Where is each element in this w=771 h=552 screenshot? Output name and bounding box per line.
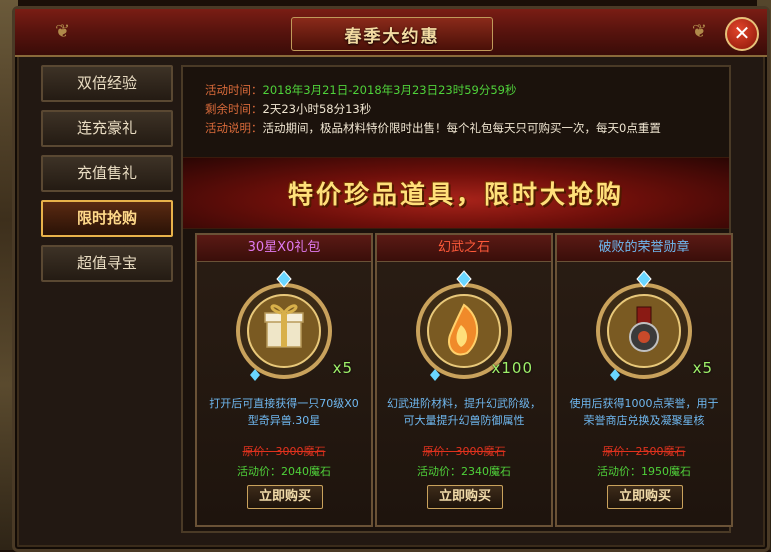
gift-box-icon [236, 270, 332, 381]
original-price: 原价：3000魔石 [242, 445, 326, 458]
promo-price: 活动价：1950魔石 [597, 465, 691, 478]
title-plate: 春季大约惠 [291, 17, 493, 51]
event-desc-row: 活动说明：活动期间，极品材料特价限时出售！每个礼包每天只可购买一次，每天0点重置 [205, 119, 725, 138]
remaining-time-value: 2天23小时58分13秒 [262, 102, 372, 116]
event-info: 活动时间：2018年3月21日-2018年3月23日23时59分59秒 剩余时间… [205, 81, 725, 138]
item-name: 幻武之石 [377, 235, 551, 262]
left-ornament-icon: ❦ [55, 21, 71, 42]
sidebar-item-flash-sale[interactable]: 限时抢购 [41, 200, 173, 237]
item-card: 30星X0礼包 x5 打开后可直接获得一只70级X0型奇异兽.30星 原价：30… [195, 233, 373, 527]
sidebar-item-double-exp[interactable]: 双倍经验 [41, 65, 173, 102]
original-price: 原价：2500魔石 [602, 445, 686, 458]
buy-now-button[interactable]: 立即购买 [427, 485, 503, 509]
item-card: 幻武之石 x100 幻武进阶材料，提升幻武阶级，可大量提升幻兽防御属性 原价：3… [375, 233, 553, 527]
right-ornament-icon: ❦ [691, 21, 707, 42]
event-time-label: 活动时间： [205, 83, 263, 97]
item-description: 幻武进阶材料，提升幻武阶级，可大量提升幻兽防御属性 [387, 397, 541, 427]
sale-banner: 特价珍品道具，限时大抢购 [183, 157, 729, 229]
item-quantity: x100 [491, 359, 533, 377]
medal-icon [596, 270, 692, 381]
event-desc-label: 活动说明： [205, 121, 263, 135]
item-description: 使用后获得1000点荣誉，用于荣誉商店兑换及凝聚星核 [569, 397, 719, 427]
buy-now-button[interactable]: 立即购买 [607, 485, 683, 509]
item-card: 破败的荣誉勋章 x5 使用后获得1000点荣誉，用于荣誉商店兑换及凝聚星核 原价… [555, 233, 733, 527]
sidebar: 双倍经验 连充豪礼 充值售礼 限时抢购 超值寻宝 [41, 65, 173, 290]
event-desc-value: 活动期间，极品材料特价限时出售！每个礼包每天只可购买一次，每天0点重置 [262, 121, 661, 135]
remaining-time-row: 剩余时间：2天23小时58分13秒 [205, 100, 725, 119]
sidebar-item-recharge-gifts[interactable]: 连充豪礼 [41, 110, 173, 147]
event-dialog: ❦ ❦ 春季大约惠 ✕ 双倍经验 连充豪礼 充值售礼 限时抢购 超值寻宝 活动时… [12, 6, 770, 552]
item-quantity: x5 [692, 359, 713, 377]
item-description: 打开后可直接获得一只70级X0型奇异兽.30星 [209, 397, 359, 427]
buy-now-button[interactable]: 立即购买 [247, 485, 323, 509]
window-title: 春季大约惠 [344, 26, 440, 47]
remaining-time-label: 剩余时间： [205, 102, 263, 116]
event-time-value: 2018年3月21日-2018年3月23日23时59分59秒 [262, 83, 517, 97]
item-quantity: x5 [332, 359, 353, 377]
original-price: 原价：3000魔石 [422, 445, 506, 458]
banner-text: 特价珍品道具，限时大抢购 [287, 180, 624, 209]
title-bar: ❦ ❦ 春季大约惠 ✕ [15, 9, 767, 57]
sidebar-item-treasure-hunt[interactable]: 超值寻宝 [41, 245, 173, 282]
event-time-row: 活动时间：2018年3月21日-2018年3月23日23时59分59秒 [205, 81, 725, 100]
item-name: 破败的荣誉勋章 [557, 235, 731, 262]
promo-price: 活动价：2040魔石 [237, 465, 331, 478]
sidebar-item-recharge-sale[interactable]: 充值售礼 [41, 155, 173, 192]
close-button[interactable]: ✕ [725, 17, 759, 51]
item-name: 30星X0礼包 [197, 235, 371, 262]
content-panel: 活动时间：2018年3月21日-2018年3月23日23时59分59秒 剩余时间… [181, 65, 733, 533]
promo-price: 活动价：2340魔石 [417, 465, 511, 478]
